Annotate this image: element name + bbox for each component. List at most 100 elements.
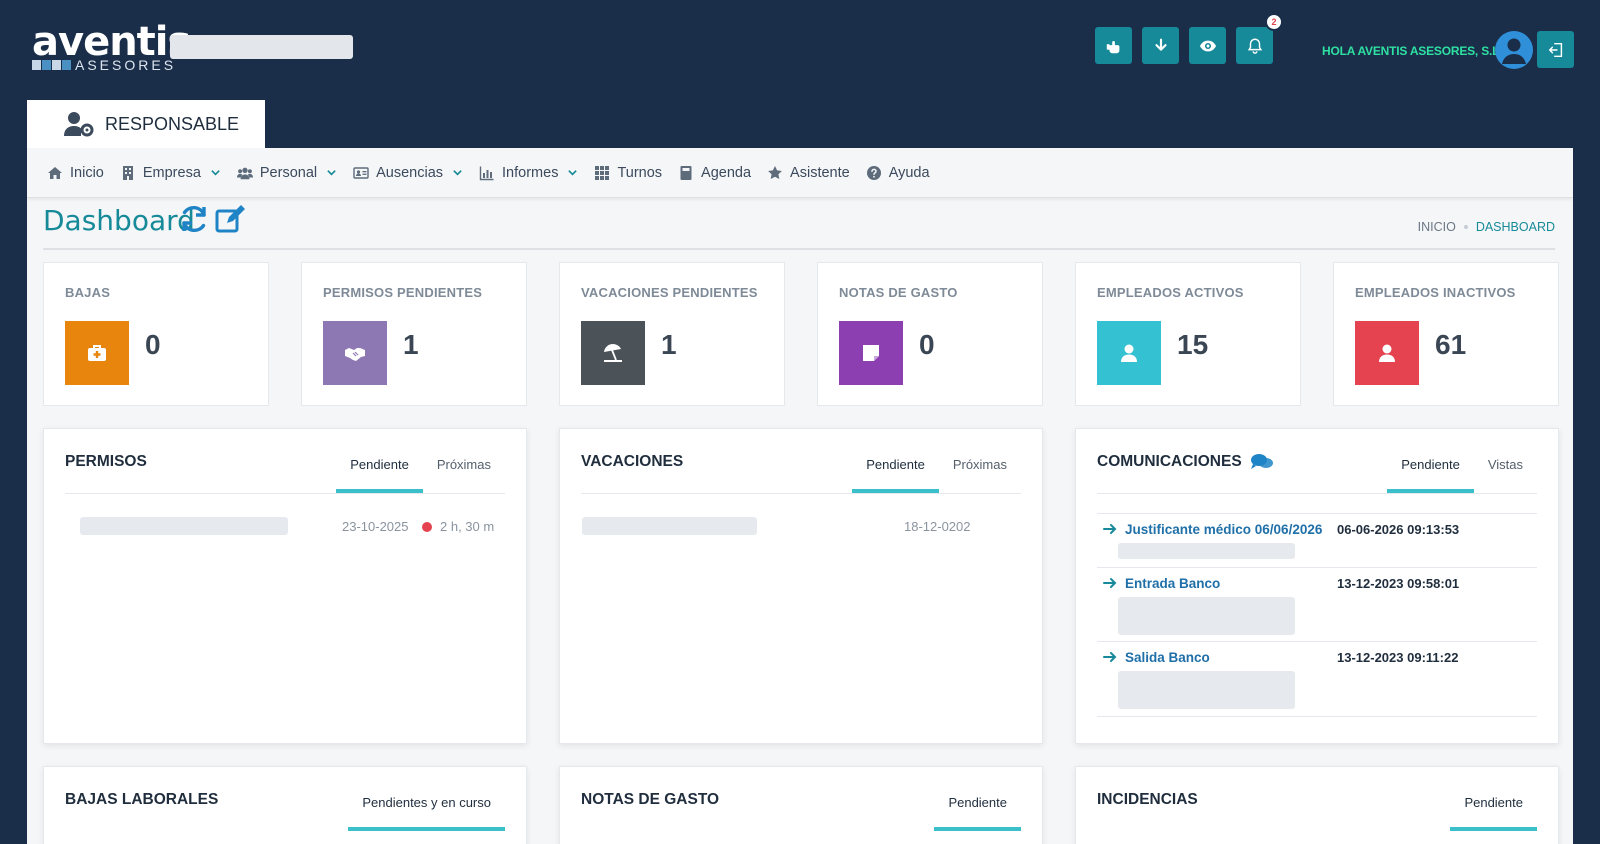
nav-item-ausencias[interactable]: Ausencias bbox=[353, 165, 463, 181]
tab-vistas[interactable]: Vistas bbox=[1474, 457, 1537, 493]
user-avatar[interactable] bbox=[1495, 31, 1533, 69]
download-button[interactable] bbox=[1142, 27, 1179, 64]
users-icon bbox=[236, 167, 253, 179]
nav-item-label: Ayuda bbox=[888, 164, 930, 181]
edit-icon[interactable] bbox=[215, 204, 247, 234]
comunicaciones-widget: COMUNICACIONES Pendiente Vistas Justific… bbox=[1075, 428, 1559, 744]
tab-pendiente[interactable]: Pendiente bbox=[934, 795, 1021, 831]
breadcrumb-current: DASHBOARD bbox=[1475, 220, 1555, 234]
widget-tabs: Pendiente Vistas bbox=[1387, 457, 1537, 493]
stat-icon-box bbox=[323, 321, 387, 385]
redacted-employee-name bbox=[582, 517, 757, 535]
redacted-sender bbox=[1118, 543, 1295, 559]
stat-value: 1 bbox=[661, 329, 677, 360]
redacted-employee-name bbox=[80, 517, 288, 535]
tab-pendiente[interactable]: Pendiente bbox=[852, 457, 939, 493]
tab-pendiente[interactable]: Pendiente bbox=[1387, 457, 1474, 493]
top-actions: 2 bbox=[1095, 13, 1283, 64]
logo-subtitle: ASESORES bbox=[32, 58, 176, 72]
id-card-icon bbox=[353, 166, 369, 179]
hand-point-button[interactable] bbox=[1095, 27, 1132, 64]
stat-card-empleados-activos[interactable]: EMPLEADOS ACTIVOS 15 bbox=[1075, 262, 1301, 406]
stat-cards: BAJAS 0 PERMISOS PENDIENTES 1 VACACIONES… bbox=[43, 262, 1559, 406]
stat-label: BAJAS bbox=[65, 285, 111, 300]
tab-pendiente[interactable]: Pendiente bbox=[1450, 795, 1537, 831]
stat-label: EMPLEADOS ACTIVOS bbox=[1097, 285, 1244, 300]
incidencias-widget: INCIDENCIAS Pendiente bbox=[1075, 766, 1559, 844]
nav-item-asistente[interactable]: Asistente bbox=[767, 165, 850, 181]
logo[interactable]: aventis ASESORES bbox=[32, 19, 191, 76]
list-item[interactable]: Justificante médico 06/06/2026 06-06-202… bbox=[1097, 513, 1537, 567]
stat-card-bajas[interactable]: BAJAS 0 bbox=[43, 262, 269, 406]
communication-link[interactable]: Justificante médico 06/06/2026 bbox=[1125, 522, 1322, 537]
logout-button[interactable] bbox=[1537, 31, 1574, 68]
stat-card-notas-de-gasto[interactable]: NOTAS DE GASTO 0 bbox=[817, 262, 1043, 406]
widget-tabs: Pendiente Próximas bbox=[336, 457, 505, 493]
nav-item-label: Empresa bbox=[142, 164, 201, 181]
communication-link[interactable]: Entrada Banco bbox=[1125, 576, 1220, 591]
list-item[interactable]: Salida Banco 13-12-2023 09:11:22 bbox=[1097, 641, 1537, 717]
stat-card-vacaciones-pendientes[interactable]: VACACIONES PENDIENTES 1 bbox=[559, 262, 785, 406]
stat-card-empleados-inactivos[interactable]: EMPLEADOS INACTIVOS 61 bbox=[1333, 262, 1559, 406]
logo-wordmark: aventis bbox=[32, 19, 191, 65]
stat-icon-box bbox=[581, 321, 645, 385]
status-dot bbox=[422, 522, 432, 532]
stat-card-permisos-pendientes[interactable]: PERMISOS PENDIENTES 1 bbox=[301, 262, 527, 406]
user-icon bbox=[1121, 344, 1137, 362]
notifications-button[interactable]: 2 bbox=[1236, 13, 1283, 64]
tab-divider bbox=[1097, 493, 1537, 494]
nav-item-label: Informes bbox=[502, 164, 559, 181]
grid-icon bbox=[595, 165, 610, 180]
widget-title: VACACIONES bbox=[581, 453, 684, 470]
stat-label: EMPLEADOS INACTIVOS bbox=[1355, 285, 1516, 300]
tab-divider bbox=[581, 493, 1021, 494]
redacted-company-name bbox=[170, 35, 353, 59]
widgets-row: PERMISOS Pendiente Próximas 23-10-2025 2… bbox=[43, 428, 1559, 744]
tab-pendiente[interactable]: Pendiente bbox=[336, 457, 423, 493]
nav-item-label: Asistente bbox=[790, 164, 850, 181]
vacaciones-widget: VACACIONES Pendiente Próximas 18-12-0202 bbox=[559, 428, 1043, 744]
stat-label: NOTAS DE GASTO bbox=[839, 285, 958, 300]
nav-item-ayuda[interactable]: Ayuda bbox=[866, 165, 930, 181]
list-item[interactable]: Entrada Banco 13-12-2023 09:58:01 bbox=[1097, 567, 1537, 641]
notas-de-gasto-widget: NOTAS DE GASTO Pendiente bbox=[559, 766, 1043, 844]
stat-icon-box bbox=[65, 321, 129, 385]
chevron-down-icon bbox=[211, 170, 220, 176]
tab-divider bbox=[65, 493, 505, 494]
arrow-right-icon bbox=[1103, 578, 1117, 588]
tab-pendientes-y-en-curso[interactable]: Pendientes y en curso bbox=[348, 795, 505, 831]
refresh-icon[interactable] bbox=[179, 204, 209, 234]
tab-proximas[interactable]: Próximas bbox=[939, 457, 1021, 493]
logo-subtitle-text: ASESORES bbox=[75, 57, 177, 73]
page-title-actions bbox=[179, 204, 247, 234]
nav-item-agenda[interactable]: Agenda bbox=[678, 165, 751, 181]
nav-item-label: Inicio bbox=[70, 164, 104, 181]
nav-item-turnos[interactable]: Turnos bbox=[594, 165, 662, 181]
role-tab[interactable]: RESPONSABLE bbox=[27, 100, 265, 148]
nav-item-label: Ausencias bbox=[376, 164, 444, 181]
stat-value: 61 bbox=[1435, 329, 1467, 360]
nav-item-personal[interactable]: Personal bbox=[236, 165, 337, 181]
nav-item-informes[interactable]: Informes bbox=[479, 165, 578, 181]
view-button[interactable] bbox=[1189, 27, 1226, 64]
breadcrumb-home[interactable]: INICIO bbox=[1418, 220, 1456, 234]
sticky-note-icon bbox=[863, 345, 879, 361]
stat-value: 0 bbox=[919, 329, 935, 360]
chevron-down-icon bbox=[327, 170, 336, 176]
nav-item-empresa[interactable]: Empresa bbox=[120, 165, 221, 181]
nav-item-label: Agenda bbox=[701, 164, 752, 181]
tab-proximas[interactable]: Próximas bbox=[423, 457, 505, 493]
communication-link[interactable]: Salida Banco bbox=[1125, 650, 1210, 665]
user-avatar-icon bbox=[1502, 38, 1526, 64]
widget-tabs: Pendiente Próximas bbox=[852, 457, 1021, 493]
arrow-right-icon bbox=[1103, 524, 1117, 534]
communication-date: 13-12-2023 09:58:01 bbox=[1337, 576, 1460, 591]
stat-icon-box bbox=[839, 321, 903, 385]
main-panel: Inicio Empresa Personal Ausencias Inform… bbox=[27, 148, 1573, 844]
eye-icon bbox=[1199, 40, 1216, 51]
page-header: Dashboard INICIO DASHBOARD bbox=[43, 204, 1555, 250]
widget-title: BAJAS LABORALES bbox=[65, 791, 219, 808]
nav-item-inicio[interactable]: Inicio bbox=[47, 165, 104, 181]
widget-tabs: Pendientes y en curso bbox=[348, 795, 505, 831]
widget-title: COMUNICACIONES bbox=[1097, 453, 1274, 471]
